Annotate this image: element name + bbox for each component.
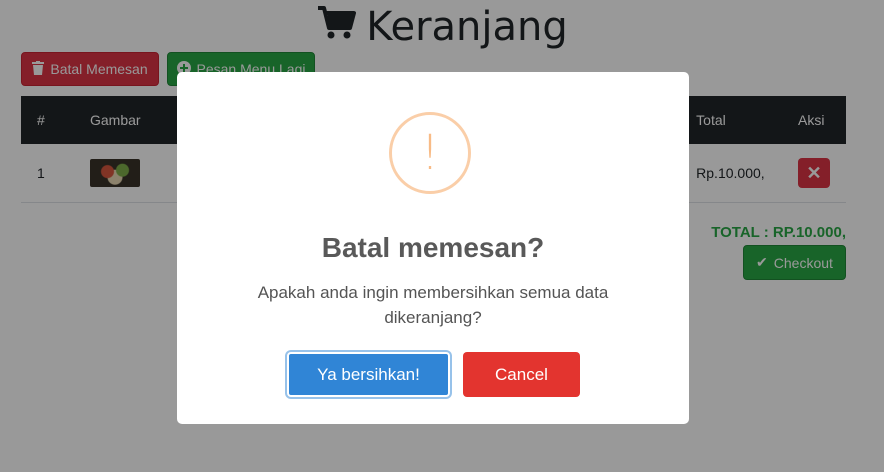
confirm-dialog: ! Batal memesan? Apakah anda ingin membe… — [177, 72, 689, 424]
dialog-title: Batal memesan? — [321, 232, 545, 263]
confirm-button[interactable]: Ya bersihkan! — [287, 352, 450, 397]
dialog-text: Apakah anda ingin membersihkan semua dat… — [257, 283, 609, 327]
cancel-button[interactable]: Cancel — [463, 352, 580, 397]
warning-icon: ! — [389, 112, 471, 194]
warning-glyph: ! — [420, 125, 440, 181]
